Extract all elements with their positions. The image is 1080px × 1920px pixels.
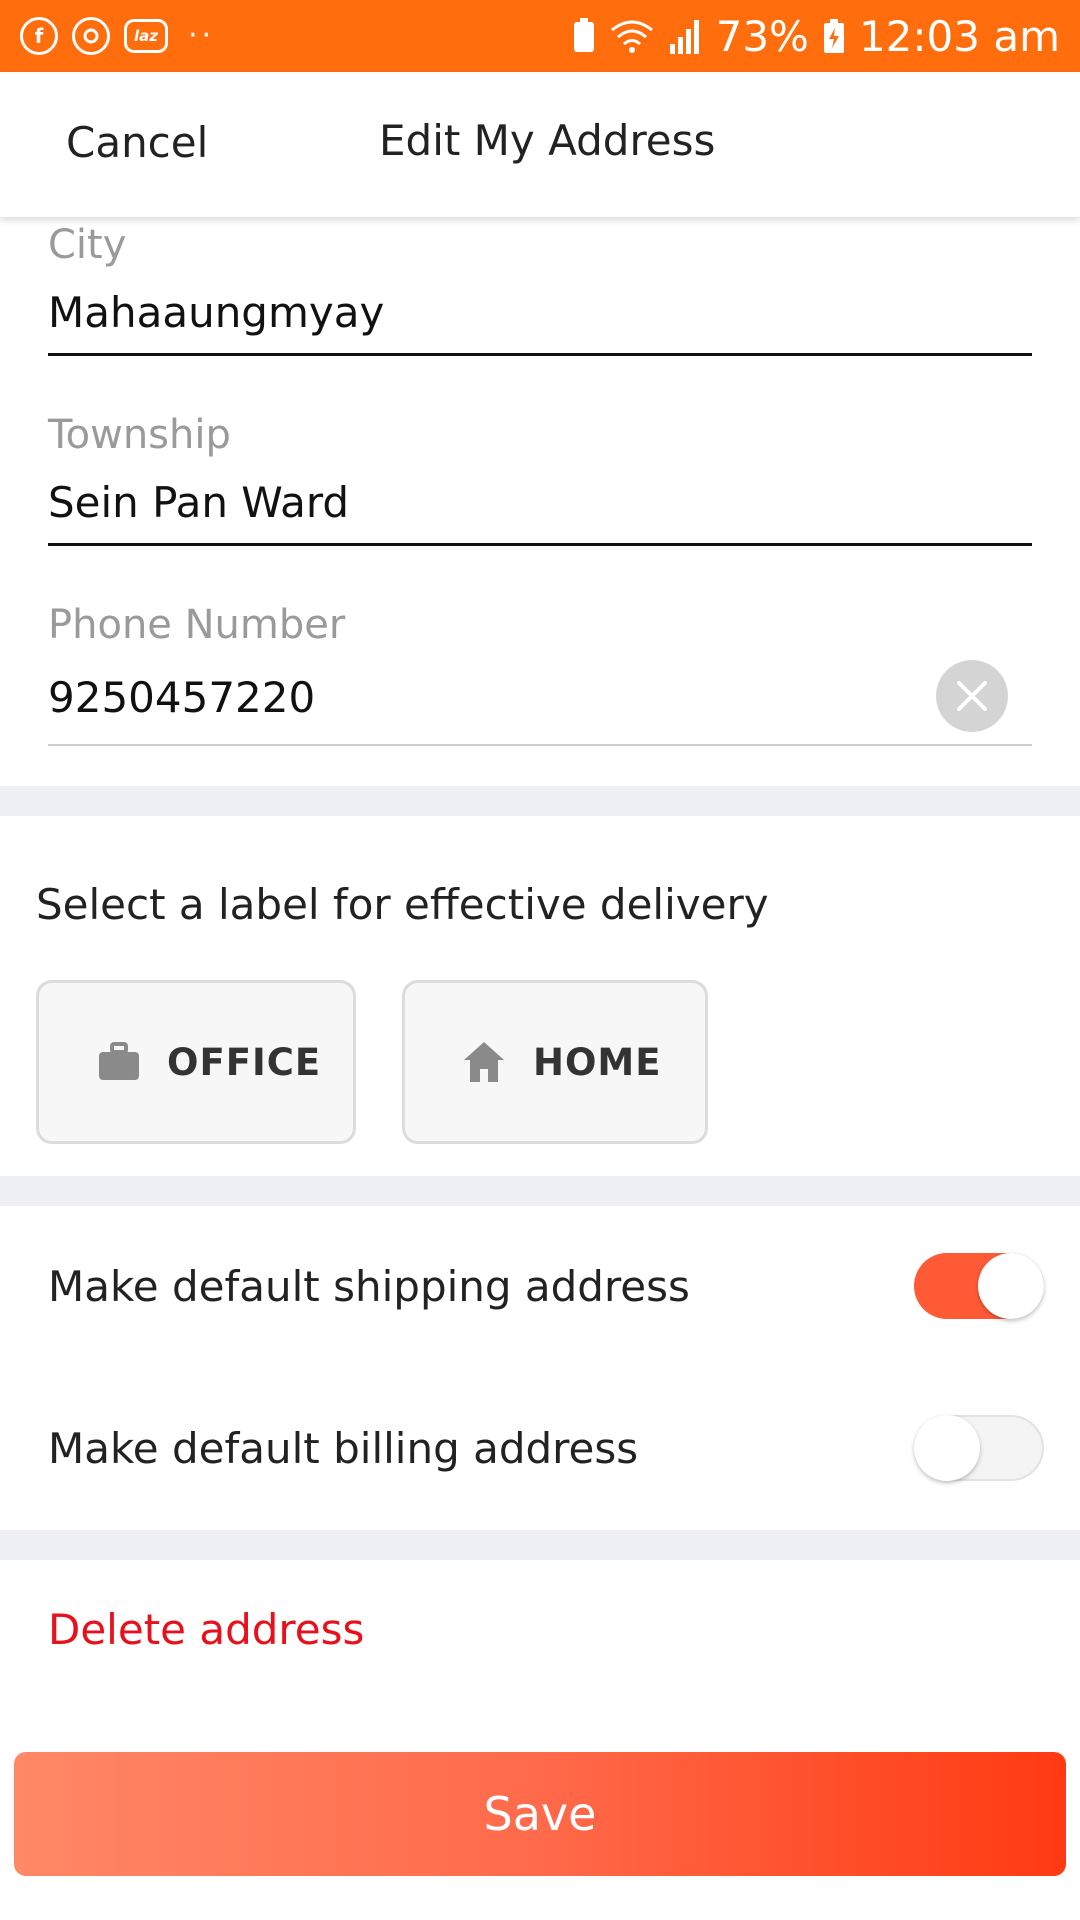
city-field[interactable]: City Mahaaungmyay (48, 222, 1032, 356)
phone-label: Phone Number (48, 602, 346, 648)
township-input[interactable]: Sein Pan Ward (48, 474, 1032, 546)
notification-icons: f laz ·· (20, 17, 215, 55)
default-shipping-label: Make default shipping address (48, 1261, 690, 1311)
clear-phone-button[interactable] (936, 660, 1008, 732)
wifi-icon (610, 20, 653, 53)
clock: 12:03 am (858, 11, 1060, 61)
cancel-button[interactable]: Cancel (66, 118, 208, 167)
close-icon (957, 681, 987, 711)
toggle-knob (978, 1253, 1044, 1319)
default-shipping-row: Make default shipping address (48, 1253, 1044, 1319)
lazada-icon: laz (124, 19, 168, 53)
section-divider (0, 786, 1080, 816)
sync-icon (72, 17, 110, 55)
status-bar: f laz ·· 73% 12:03 am (0, 0, 1080, 72)
default-billing-row: Make default billing address (48, 1415, 1044, 1481)
default-billing-label: Make default billing address (48, 1423, 639, 1473)
battery-saver-icon (573, 18, 594, 52)
battery-charging-icon (823, 19, 844, 53)
system-indicators: 73% 12:03 am (572, 12, 1060, 61)
delivery-label-prompt: Select a label for effective delivery (36, 880, 769, 929)
delete-address-button[interactable]: Delete address (48, 1605, 364, 1654)
home-label-text: HOME (533, 1040, 662, 1084)
briefcase-icon (99, 1042, 139, 1080)
phone-input[interactable]: 9250457220 (48, 664, 1032, 746)
section-divider (0, 1530, 1080, 1560)
signal-icon (669, 20, 699, 54)
page-title: Edit My Address (379, 116, 716, 165)
toggle-knob (914, 1415, 980, 1481)
default-shipping-toggle[interactable] (914, 1253, 1044, 1319)
home-label-chip[interactable]: HOME (402, 980, 708, 1144)
battery-percent: 73% (715, 11, 809, 61)
facebook-icon: f (20, 17, 58, 55)
app-bar: Cancel Edit My Address (0, 72, 1080, 217)
default-billing-toggle[interactable] (914, 1415, 1044, 1481)
township-field[interactable]: Township Sein Pan Ward (48, 412, 1032, 546)
township-label: Township (48, 412, 231, 458)
office-label-chip[interactable]: OFFICE (36, 980, 356, 1144)
phone-field[interactable]: Phone Number 9250457220 (48, 602, 1032, 746)
city-input[interactable]: Mahaaungmyay (48, 284, 1032, 356)
more-notifications-icon: ·· (188, 18, 216, 53)
section-divider (0, 1176, 1080, 1206)
city-label: City (48, 222, 127, 268)
home-icon (464, 1042, 504, 1082)
save-button[interactable]: Save (14, 1752, 1066, 1876)
office-label-text: OFFICE (167, 1040, 322, 1084)
